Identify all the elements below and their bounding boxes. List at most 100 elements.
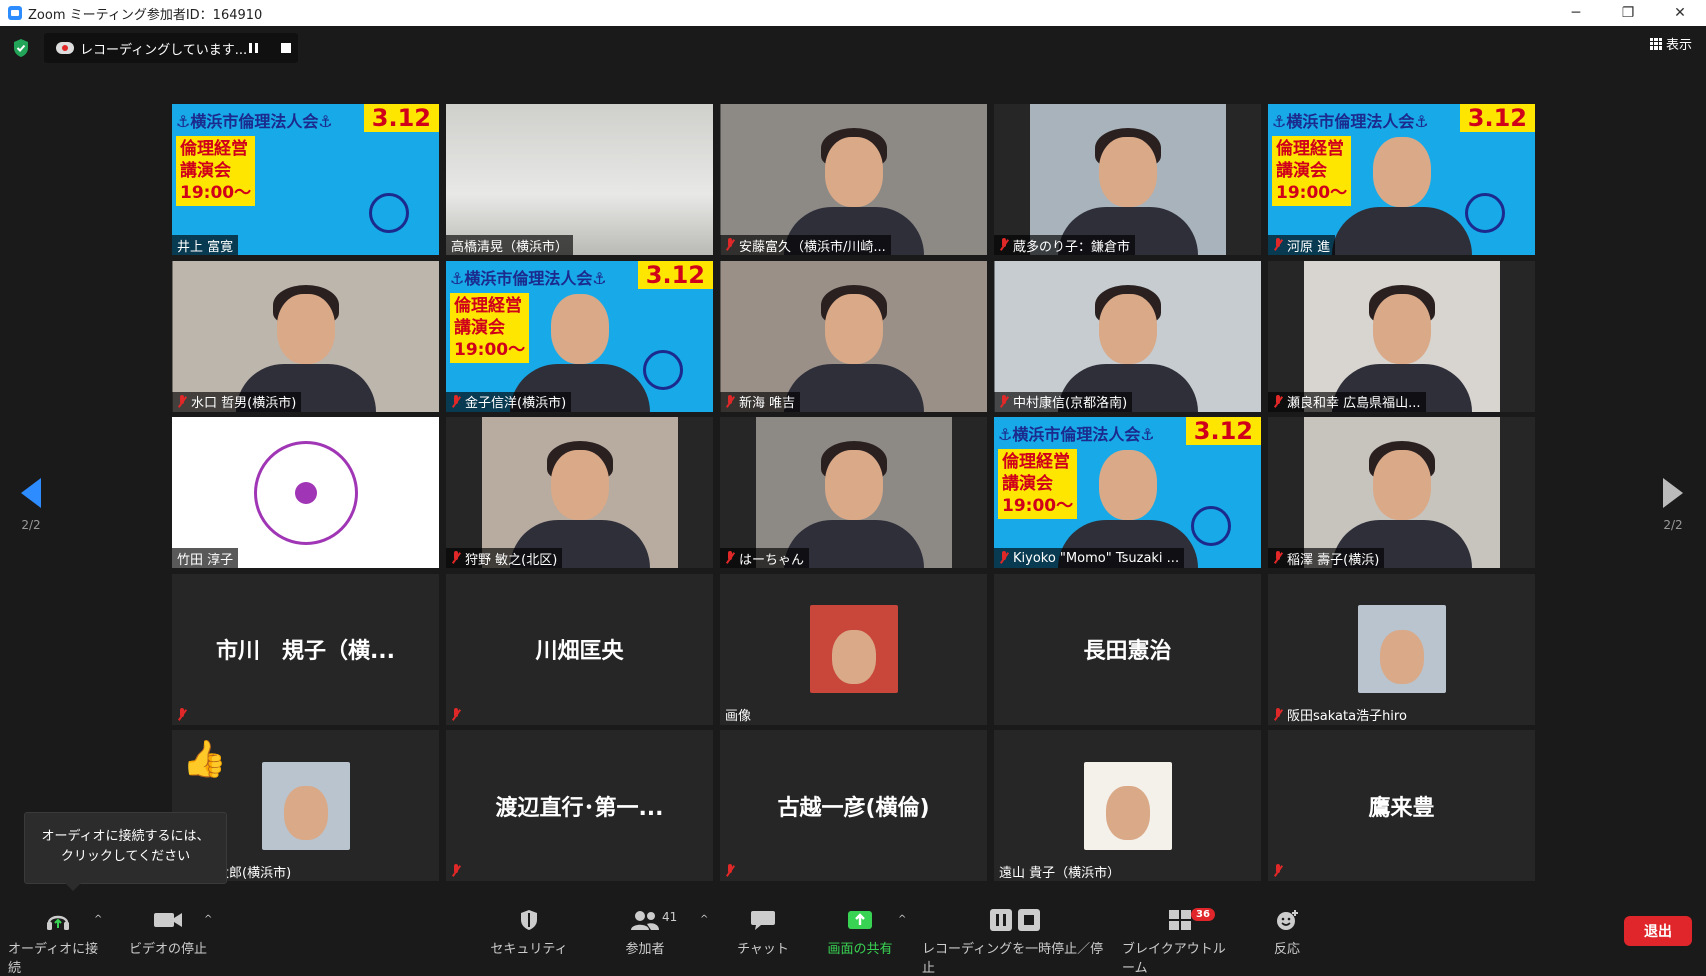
participant-name-label: 狩野 敏之(北区) xyxy=(446,548,563,568)
participant-tile[interactable]: 長田憲治 xyxy=(994,573,1261,725)
poster-title: ⚓横浜市倫理法人会⚓ xyxy=(450,268,607,288)
participant-tile[interactable]: 稲澤 壽子(横浜) xyxy=(1268,417,1535,568)
poster-line: 倫理経営 xyxy=(454,295,522,316)
participant-display-name: 市川 規子（横... xyxy=(215,639,396,664)
participant-tile[interactable]: 水口 哲男(横浜市) xyxy=(172,260,439,412)
participants-options-caret-icon[interactable]: ^ xyxy=(700,914,708,925)
next-page-button[interactable]: 2/2 xyxy=(1658,478,1688,532)
reactions-button[interactable]: 反応 xyxy=(1262,908,1312,957)
participant-tile[interactable]: 狩野 敏之(北区) xyxy=(446,417,713,568)
muted-microphone-icon xyxy=(999,394,1009,409)
stop-recording-icon[interactable] xyxy=(281,43,291,53)
minimize-button[interactable]: ─ xyxy=(1550,0,1602,26)
participant-tile[interactable]: 竹田 淳子 xyxy=(172,417,439,568)
participant-tile[interactable]: 安藤富久（横浜市/川崎... xyxy=(720,104,987,255)
muted-microphone-icon xyxy=(451,707,461,722)
participant-tile[interactable]: 渡辺直行･第一... xyxy=(446,730,713,881)
stop-video-button[interactable]: ビデオの停止 xyxy=(118,908,218,957)
participant-tile[interactable]: ⚓横浜市倫理法人会⚓ 3.12 倫理経営 講演会 19:00～ Kiyoko "Momo"… xyxy=(994,417,1261,568)
share-options-caret-icon[interactable]: ^ xyxy=(898,914,906,925)
chat-bubble-icon xyxy=(750,908,776,932)
join-audio-button[interactable]: オーディオに接続 xyxy=(8,908,108,976)
restore-button[interactable]: ❐ xyxy=(1602,0,1654,26)
thumbs-up-reaction-icon: 👍 xyxy=(182,739,227,780)
profile-face xyxy=(283,786,328,841)
participant-name-label xyxy=(446,705,466,725)
participant-name: 遠山 貴子（横浜市） xyxy=(999,865,1121,881)
audio-options-caret-icon[interactable]: ^ xyxy=(94,914,102,925)
participant-name-label: 遠山 貴子（横浜市） xyxy=(994,861,1125,881)
poster-date: 3.12 xyxy=(1459,104,1535,132)
participant-face xyxy=(1098,450,1157,521)
muted-microphone-icon xyxy=(725,394,735,409)
participant-tile[interactable]: 遠山 貴子（横浜市） xyxy=(994,730,1261,881)
muted-microphone-icon xyxy=(725,551,735,565)
participant-tile[interactable]: 鷹来豊 xyxy=(1268,730,1535,881)
arrow-right-icon xyxy=(1663,478,1683,508)
participant-tile[interactable]: 川畑匡央 xyxy=(446,573,713,725)
recording-control-button[interactable]: レコーディングを一時停止／停止 xyxy=(922,908,1108,976)
participant-name-label: 竹田 淳子 xyxy=(172,548,239,568)
leave-meeting-button[interactable]: 退出 xyxy=(1624,916,1692,946)
participant-tile[interactable]: ⚓横浜市倫理法人会⚓ 3.12 倫理経営 講演会 19:00～ 金子信洋(横浜市) xyxy=(446,260,713,412)
poster-body: 倫理経営 講演会 19:00～ xyxy=(998,449,1078,519)
anchor-emblem-icon xyxy=(1465,193,1505,233)
participant-name-label: 阪田sakata浩子hiro xyxy=(1268,705,1412,725)
participant-tile[interactable]: 画像 xyxy=(720,573,987,725)
view-button[interactable]: 表示 xyxy=(1649,34,1692,53)
profile-picture xyxy=(1357,605,1446,693)
participant-name: 高橋清晃（横浜市） xyxy=(451,239,569,255)
profile-picture xyxy=(1083,761,1172,850)
poster-body: 倫理経営 講演会 19:00～ xyxy=(450,292,530,363)
anchor-emblem-icon xyxy=(1191,506,1231,546)
poster-body: 倫理経営 講演会 19:00～ xyxy=(176,136,256,206)
participant-tile[interactable]: 蔵多のり子：鎌倉市 xyxy=(994,104,1261,255)
profile-face xyxy=(1379,629,1424,684)
participant-face xyxy=(824,137,883,208)
participant-display-name: 長田憲治 xyxy=(1083,639,1172,664)
anchor-emblem-icon xyxy=(369,193,409,233)
close-button[interactable]: ✕ xyxy=(1654,0,1706,26)
breakout-rooms-button[interactable]: ブレイクアウトルーム xyxy=(1122,908,1238,976)
participant-face xyxy=(1372,137,1431,208)
breakout-rooms-icon xyxy=(1168,908,1192,932)
participant-tile[interactable]: 古越一彦(横倫) xyxy=(720,730,987,881)
participant-tile[interactable]: 瀬良和幸 広島県福山... xyxy=(1268,260,1535,412)
participant-name-label: 稲澤 壽子(横浜) xyxy=(1268,548,1385,568)
participant-name-label: はーちゃん xyxy=(720,548,810,568)
participant-tile[interactable]: 市川 規子（横... xyxy=(172,573,439,725)
reactions-label: 反応 xyxy=(1273,942,1300,957)
participant-face xyxy=(276,293,335,364)
participant-tile[interactable]: はーちゃん xyxy=(720,417,987,568)
muted-microphone-icon xyxy=(177,707,187,722)
chat-button[interactable]: チャット xyxy=(728,908,798,957)
participant-tile[interactable]: 中村康信(京都洛南) xyxy=(994,260,1261,412)
poster-line: 倫理経営 xyxy=(1276,139,1344,159)
security-shield-icon[interactable] xyxy=(12,38,30,58)
profile-face xyxy=(831,629,876,684)
participant-tile[interactable]: 阪田sakata浩子hiro xyxy=(1268,573,1535,725)
participant-name: はーちゃん xyxy=(739,552,805,568)
event-poster-background: ⚓横浜市倫理法人会⚓ 3.12 倫理経営 講演会 19:00～ xyxy=(172,104,439,255)
participant-name: 安藤富久（横浜市/川崎... xyxy=(739,239,886,255)
participant-name-label: 蔵多のり子：鎌倉市 xyxy=(994,235,1136,255)
participant-name-label: 井上 富寛 xyxy=(172,235,239,255)
previous-page-button[interactable]: 2/2 xyxy=(16,478,46,532)
view-label: 表示 xyxy=(1665,38,1692,53)
muted-microphone-icon xyxy=(451,394,461,409)
participant-face xyxy=(1098,293,1157,364)
security-button[interactable]: セキュリティ xyxy=(484,908,574,957)
muted-microphone-icon xyxy=(999,551,1009,565)
participant-tile[interactable]: ⚓横浜市倫理法人会⚓ 3.12 倫理経営 講演会 19:00～ 河原 進 xyxy=(1268,104,1535,255)
muted-microphone-icon xyxy=(177,394,187,409)
poster-date: 3.12 xyxy=(1185,417,1261,445)
participant-name-label xyxy=(1268,861,1288,881)
participant-display-name: 古越一彦(横倫) xyxy=(777,795,930,821)
share-screen-button[interactable]: 画面の共有 xyxy=(820,908,900,957)
participant-tile[interactable]: ⚓横浜市倫理法人会⚓ 3.12 倫理経営 講演会 19:00～ 井上 富寛 xyxy=(172,104,439,255)
video-options-caret-icon[interactable]: ^ xyxy=(204,914,212,925)
participant-tile[interactable]: 新海 唯吉 xyxy=(720,260,987,412)
participant-tile[interactable]: 高橋清晃（横浜市） xyxy=(446,104,713,255)
pause-recording-icon[interactable] xyxy=(249,43,259,53)
window-controls: ─ ❐ ✕ xyxy=(1550,0,1706,26)
